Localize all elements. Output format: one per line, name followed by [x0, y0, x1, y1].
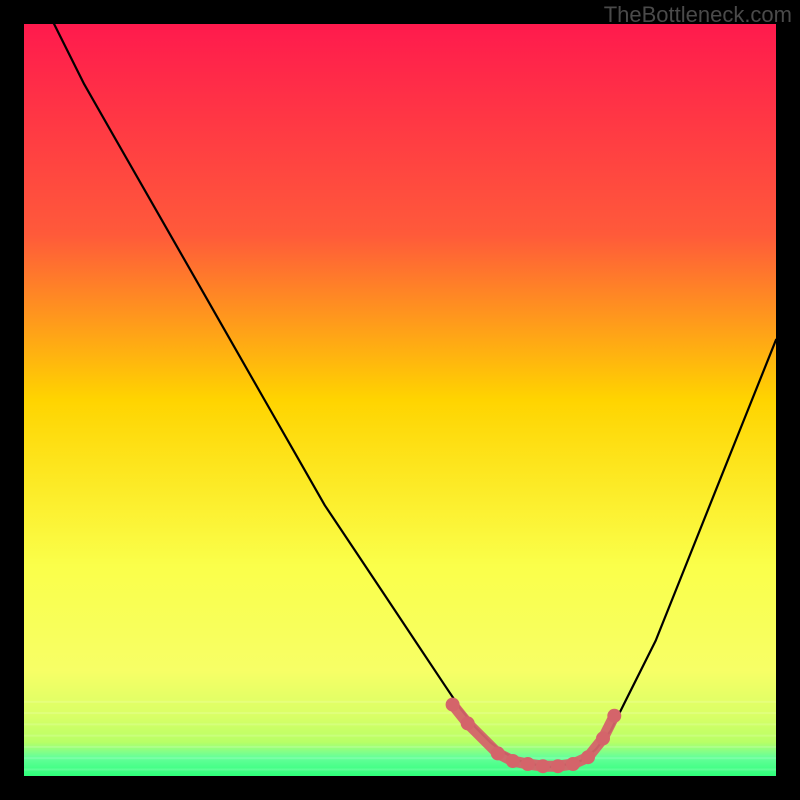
watermark-text: TheBottleneck.com [604, 2, 792, 28]
chart-frame: TheBottleneck.com [0, 0, 800, 800]
plot-area [24, 24, 776, 776]
chart-svg [24, 24, 776, 776]
